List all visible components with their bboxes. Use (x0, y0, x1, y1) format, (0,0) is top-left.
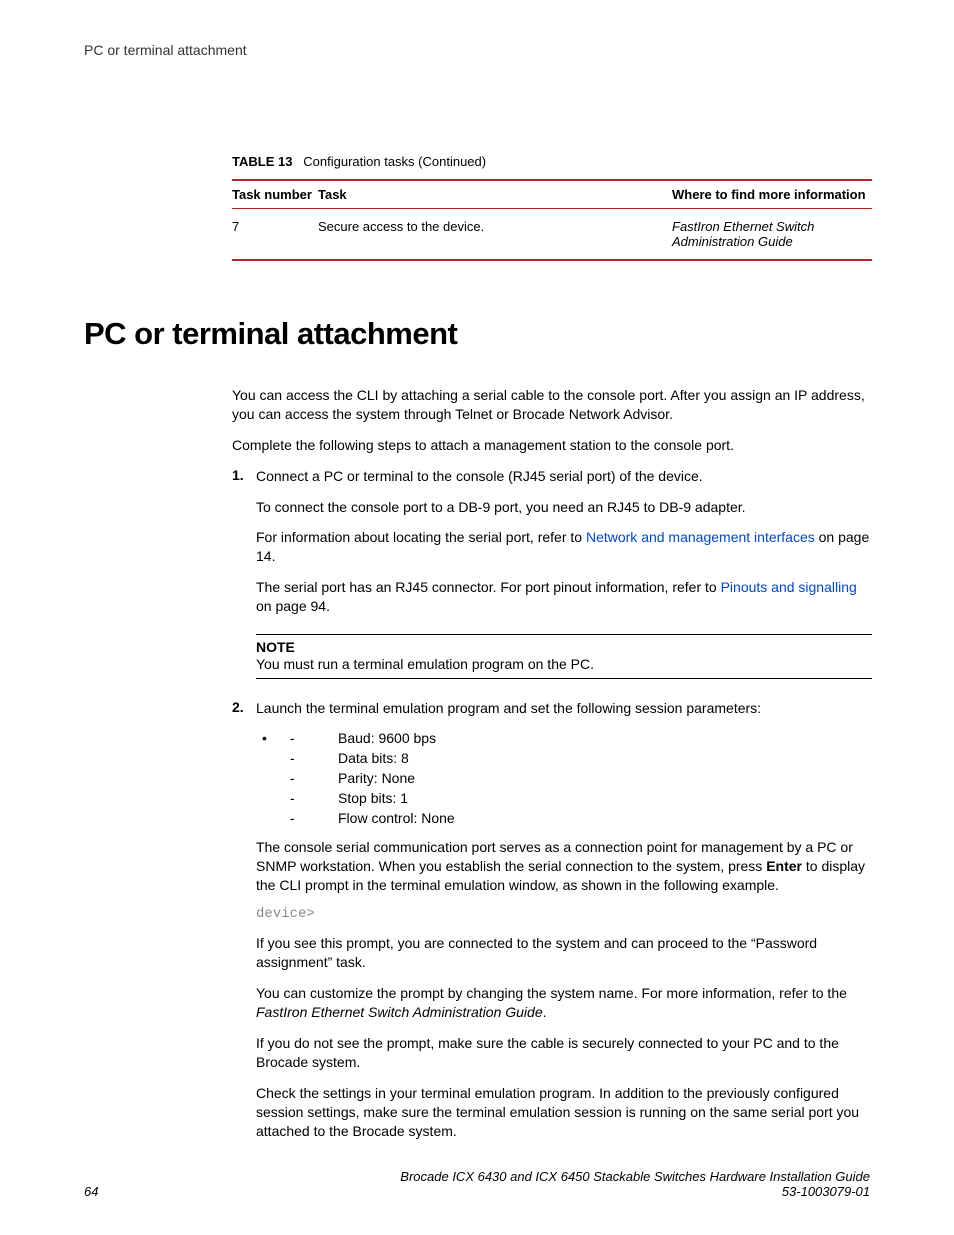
text-run: For information about locating the seria… (256, 529, 586, 545)
step-text: Check the settings in your terminal emul… (256, 1084, 872, 1141)
dash-icon: - (282, 770, 338, 786)
step-text: Connect a PC or terminal to the console … (256, 467, 872, 486)
step-number: 2. (232, 699, 256, 1153)
cell-where: FastIron Ethernet Switch Administration … (672, 209, 872, 261)
th-task-number: Task number (232, 180, 318, 209)
step-text: You can customize the prompt by changing… (256, 984, 872, 1022)
tasks-table: Task number Task Where to find more info… (232, 179, 872, 261)
table-caption: TABLE 13 Configuration tasks (Continued) (232, 154, 872, 169)
xref-network-mgmt[interactable]: Network and management interfaces (586, 529, 815, 545)
doc-ref: FastIron Ethernet Switch Administration … (256, 1004, 543, 1020)
list-item: - Data bits: 8 (262, 750, 872, 766)
bullet-icon: • (262, 730, 282, 746)
note-body: You must run a terminal emulation progra… (256, 655, 872, 674)
code-block: device> (256, 906, 872, 922)
list-item: - Stop bits: 1 (262, 790, 872, 806)
step-text: To connect the console port to a DB-9 po… (256, 498, 872, 517)
xref-pinouts[interactable]: Pinouts and signalling (721, 579, 857, 595)
list-item: • - Baud: 9600 bps (262, 730, 872, 746)
step-2: 2. Launch the terminal emulation program… (232, 699, 872, 1153)
publication-id: 53-1003079-01 (400, 1184, 870, 1199)
page-number: 64 (84, 1184, 98, 1199)
list-item: - Flow control: None (262, 810, 872, 826)
cell-task: Secure access to the device. (318, 209, 672, 261)
step-text: The console serial communication port se… (256, 838, 872, 895)
table-block: TABLE 13 Configuration tasks (Continued)… (232, 154, 872, 261)
param-value: Stop bits: 1 (338, 790, 872, 806)
step-text: If you see this prompt, you are connecte… (256, 934, 872, 972)
param-value: Data bits: 8 (338, 750, 872, 766)
step-text: For information about locating the seria… (256, 528, 872, 566)
steps-list: 1. Connect a PC or terminal to the conso… (232, 467, 872, 1153)
table-label: TABLE 13 (232, 154, 292, 169)
session-params-list: • - Baud: 9600 bps - Data bits: 8 - Pari… (262, 730, 872, 826)
param-value: Baud: 9600 bps (338, 730, 872, 746)
text-run: The serial port has an RJ45 connector. F… (256, 579, 721, 595)
section-title: PC or terminal attachment (84, 316, 870, 352)
intro-paragraph: You can access the CLI by attaching a se… (232, 386, 872, 424)
th-task: Task (318, 180, 672, 209)
text-run: The console serial communication port se… (256, 839, 853, 874)
intro-paragraph: Complete the following steps to attach a… (232, 436, 872, 455)
dash-icon: - (282, 730, 338, 746)
param-value: Parity: None (338, 770, 872, 786)
step-text: Launch the terminal emulation program an… (256, 699, 872, 718)
publication-info: Brocade ICX 6430 and ICX 6450 Stackable … (400, 1169, 870, 1199)
note-box: NOTE You must run a terminal emulation p… (256, 634, 872, 679)
running-header: PC or terminal attachment (84, 42, 870, 58)
dash-icon: - (282, 790, 338, 806)
keyboard-key: Enter (766, 858, 802, 874)
publication-title: Brocade ICX 6430 and ICX 6450 Stackable … (400, 1169, 870, 1184)
list-item: - Parity: None (262, 770, 872, 786)
dash-icon: - (282, 750, 338, 766)
text-run: on page 94. (256, 598, 330, 614)
param-value: Flow control: None (338, 810, 872, 826)
table-caption-text: Configuration tasks (Continued) (303, 154, 486, 169)
page-footer: 64 Brocade ICX 6430 and ICX 6450 Stackab… (84, 1169, 870, 1199)
text-run: . (543, 1004, 547, 1020)
table-header-row: Task number Task Where to find more info… (232, 180, 872, 209)
step-body: Launch the terminal emulation program an… (256, 699, 872, 1153)
dash-icon: - (282, 810, 338, 826)
step-body: Connect a PC or terminal to the console … (256, 467, 872, 689)
text-run: You can customize the prompt by changing… (256, 985, 847, 1001)
step-text: The serial port has an RJ45 connector. F… (256, 578, 872, 616)
step-1: 1. Connect a PC or terminal to the conso… (232, 467, 872, 689)
step-text: If you do not see the prompt, make sure … (256, 1034, 872, 1072)
th-where: Where to find more information (672, 180, 872, 209)
table-row: 7 Secure access to the device. FastIron … (232, 209, 872, 261)
section-body: You can access the CLI by attaching a se… (232, 386, 872, 1152)
step-number: 1. (232, 467, 256, 689)
cell-task-number: 7 (232, 209, 318, 261)
note-label: NOTE (256, 639, 872, 655)
